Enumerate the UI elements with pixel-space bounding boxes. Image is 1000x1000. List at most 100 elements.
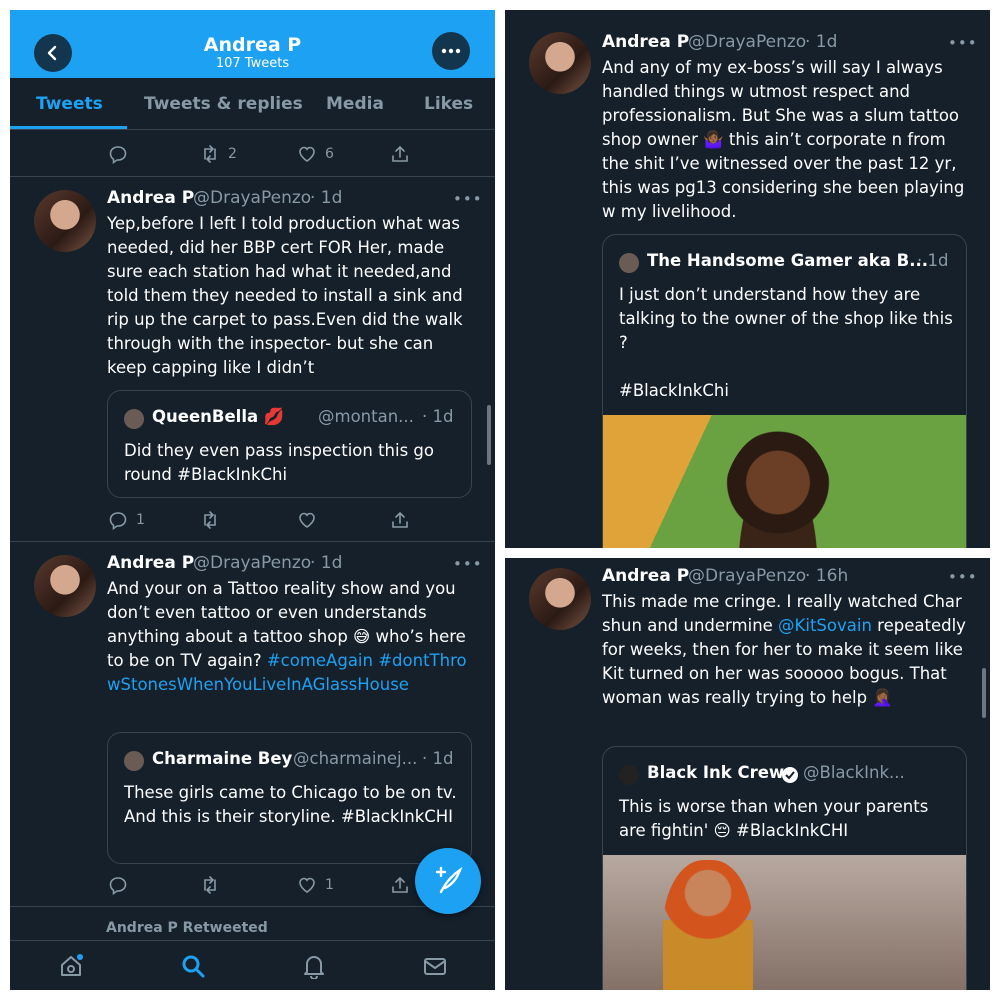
hashtag-link[interactable]: #comeAgain [267, 651, 373, 670]
retweet-icon [204, 511, 216, 529]
heart-icon [299, 146, 315, 162]
tweet-menu-button[interactable]: ••• [948, 568, 978, 586]
compose-tweet-button[interactable] [415, 848, 481, 914]
tweet-text: And any of my ex-boss’s will say I alway… [602, 58, 970, 221]
like-button[interactable] [297, 509, 317, 531]
quoted-tweet[interactable]: QueenBella 💋 @montan... · 1d Did they ev… [107, 390, 472, 498]
avatar[interactable] [34, 555, 96, 617]
like-count: 6 [325, 146, 334, 162]
tab-media[interactable]: Media [326, 94, 384, 114]
profile-header: Andrea P 107 Tweets [10, 10, 495, 78]
video-person [663, 860, 753, 990]
tweet-time: · 1d [310, 188, 343, 208]
tab-tweets[interactable]: Tweets [36, 94, 103, 114]
tab-likes[interactable]: Likes [424, 94, 473, 114]
tweet-text: Yep,before I left I told production what… [107, 214, 468, 377]
heart-icon [299, 512, 315, 528]
heart-icon [299, 877, 315, 893]
divider [10, 541, 495, 542]
tweet-time: · 1d [310, 553, 343, 573]
notifications-icon[interactable] [301, 953, 327, 979]
tweet-text: And your on a Tattoo reality show and yo… [107, 577, 477, 697]
search-icon[interactable] [180, 953, 206, 979]
verified-badge-icon [782, 767, 798, 783]
divider [10, 176, 495, 177]
more-icon [441, 48, 461, 54]
avatar[interactable] [34, 190, 96, 252]
profile-timeline-panel: Andrea P 107 Tweets Tweets Tweets & repl… [10, 10, 495, 990]
author-handle: @DrayaPenzo [193, 553, 312, 573]
quoted-author-handle: @BlackInk... [803, 763, 905, 782]
reply-icon [109, 146, 127, 164]
share-button[interactable] [390, 874, 410, 896]
quoted-tweet[interactable]: The Handsome Gamer aka B... · 1d I just … [602, 234, 967, 548]
tweet-panel: Andrea P @DrayaPenzo · 1d ••• And any of… [505, 10, 990, 548]
author-name[interactable]: Andrea P [602, 566, 689, 586]
quoted-time: · 1d [917, 251, 949, 270]
feather-plus-icon [435, 866, 463, 894]
share-button[interactable] [390, 143, 410, 165]
reply-button[interactable] [108, 143, 128, 165]
tweet-count: 107 Tweets [215, 56, 290, 71]
active-tab-indicator [10, 126, 127, 129]
quoted-video-thumbnail[interactable] [603, 855, 966, 990]
retweet-count: 2 [228, 146, 237, 162]
share-button[interactable] [390, 509, 410, 531]
author-name[interactable]: Andrea P [107, 553, 194, 573]
tweet-menu-button[interactable]: ••• [948, 34, 978, 52]
tweet-menu-button[interactable]: ••• [453, 555, 483, 573]
quoted-text: These girls came to Chicago to be on tv.… [124, 783, 462, 826]
quoted-avatar [124, 409, 144, 429]
quoted-tweet[interactable]: Charmaine Bey @charmainej... · 1d These … [107, 732, 472, 864]
reply-button[interactable] [108, 874, 128, 896]
quoted-text: I just don’t understand how they are tal… [619, 285, 953, 400]
retweet-icon [204, 876, 216, 894]
quoted-author-name: The Handsome Gamer aka B... [647, 251, 929, 270]
quoted-author-handle: @montan... [318, 407, 414, 426]
quoted-author-handle: @charmainej... [293, 749, 418, 768]
author-handle: @DrayaPenzo [688, 566, 807, 586]
reply-icon [109, 512, 127, 530]
tweet-text: This made me cringe. I really watched Ch… [602, 590, 972, 710]
avatar[interactable] [529, 32, 591, 94]
home-icon[interactable] [58, 953, 84, 979]
profile-tabs: Tweets Tweets & replies Media Likes [10, 78, 495, 130]
bottom-nav [10, 940, 495, 990]
quoted-text: This is worse than when your parents are… [619, 797, 934, 840]
quoted-avatar [124, 751, 144, 771]
like-button[interactable]: 1 [297, 874, 334, 896]
share-icon [392, 511, 408, 528]
like-count: 1 [325, 877, 334, 893]
like-button[interactable]: 6 [297, 143, 334, 165]
share-icon [392, 876, 408, 893]
retweet-button[interactable] [200, 874, 220, 896]
scrollbar[interactable] [982, 668, 986, 718]
quoted-video-thumbnail[interactable] [603, 415, 966, 548]
reply-button[interactable]: 1 [108, 509, 145, 531]
tab-tweets-replies[interactable]: Tweets & replies [144, 94, 303, 114]
quoted-avatar [619, 765, 639, 785]
quoted-time: · 1d [422, 407, 454, 426]
avatar[interactable] [529, 568, 591, 630]
tweet-menu-button[interactable]: ••• [453, 190, 483, 208]
author-handle: @DrayaPenzo [193, 188, 312, 208]
video-person [723, 430, 833, 548]
more-button[interactable] [432, 32, 470, 70]
messages-icon[interactable] [422, 953, 448, 979]
author-name[interactable]: Andrea P [602, 32, 689, 52]
author-handle: @DrayaPenzo [688, 32, 807, 52]
retweeted-label: Andrea P Retweeted [106, 920, 268, 936]
quoted-avatar [619, 253, 639, 273]
scrollbar[interactable] [487, 405, 491, 465]
quoted-text: Did they even pass inspection this go ro… [124, 441, 440, 484]
quoted-author-name: Black Ink Crew [647, 763, 785, 782]
retweet-icon [204, 145, 216, 163]
retweet-button[interactable]: 2 [200, 143, 237, 165]
retweet-button[interactable] [200, 509, 220, 531]
author-name[interactable]: Andrea P [107, 188, 194, 208]
tweet-panel: Andrea P @DrayaPenzo · 16h ••• This made… [505, 558, 990, 990]
mention-link[interactable]: @KitSovain [778, 616, 872, 635]
tweet-time: · 1d [805, 32, 838, 52]
divider [10, 906, 495, 907]
quoted-tweet[interactable]: Black Ink Crew @BlackInk... This is wors… [602, 746, 967, 990]
